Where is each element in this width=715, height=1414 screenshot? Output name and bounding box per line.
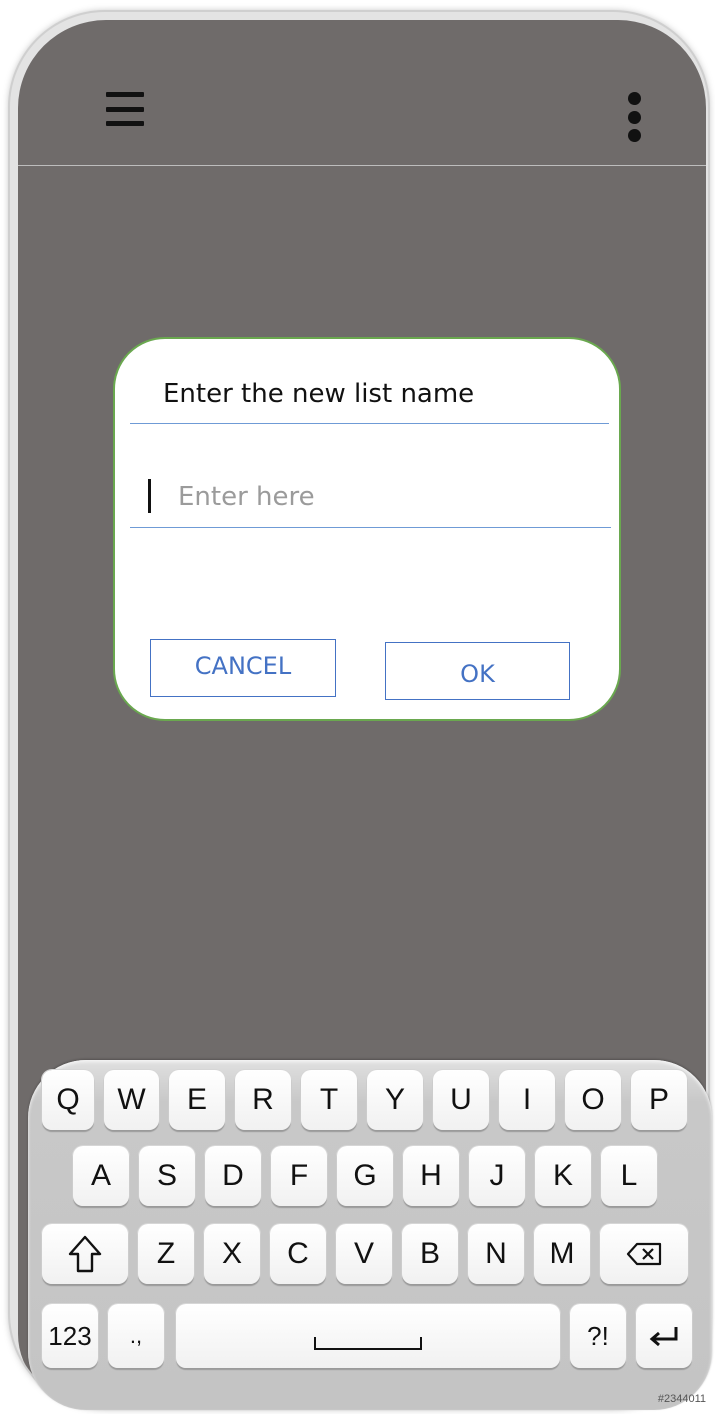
key-a[interactable]: A bbox=[73, 1146, 129, 1206]
space-bar-icon bbox=[314, 1337, 422, 1350]
backspace-key[interactable] bbox=[600, 1224, 688, 1284]
watermark-id: #2344011 bbox=[657, 1393, 706, 1405]
menu-icon[interactable] bbox=[106, 92, 144, 126]
list-name-input[interactable] bbox=[162, 477, 578, 517]
numbers-key[interactable]: 123 bbox=[42, 1304, 98, 1368]
key-e[interactable]: E bbox=[169, 1070, 225, 1130]
enter-arrow-icon bbox=[649, 1327, 678, 1347]
key-x[interactable]: X bbox=[204, 1224, 260, 1284]
key-n[interactable]: N bbox=[468, 1224, 524, 1284]
key-d[interactable]: D bbox=[205, 1146, 261, 1206]
ok-button[interactable]: OK bbox=[385, 642, 570, 700]
key-c[interactable]: C bbox=[270, 1224, 326, 1284]
list-name-field[interactable] bbox=[130, 467, 611, 528]
key-h[interactable]: H bbox=[403, 1146, 459, 1206]
shift-arrow-icon bbox=[68, 1235, 102, 1273]
key-j[interactable]: J bbox=[469, 1146, 525, 1206]
key-q[interactable]: Q bbox=[42, 1070, 94, 1130]
key-l[interactable]: L bbox=[601, 1146, 657, 1206]
key-u[interactable]: U bbox=[433, 1070, 489, 1130]
backspace-icon bbox=[626, 1242, 662, 1266]
enter-key[interactable] bbox=[636, 1304, 692, 1368]
text-cursor bbox=[148, 479, 151, 513]
key-z[interactable]: Z bbox=[138, 1224, 194, 1284]
title-divider bbox=[130, 423, 609, 424]
key-k[interactable]: K bbox=[535, 1146, 591, 1206]
app-bar bbox=[18, 20, 706, 166]
key-t[interactable]: T bbox=[301, 1070, 357, 1130]
key-g[interactable]: G bbox=[337, 1146, 393, 1206]
key-s[interactable]: S bbox=[139, 1146, 195, 1206]
key-o[interactable]: O bbox=[565, 1070, 621, 1130]
shift-key[interactable] bbox=[42, 1224, 128, 1284]
symbols-key[interactable]: ?! bbox=[570, 1304, 626, 1368]
key-m[interactable]: M bbox=[534, 1224, 590, 1284]
punctuation-key[interactable]: ., bbox=[108, 1304, 164, 1368]
key-y[interactable]: Y bbox=[367, 1070, 423, 1130]
key-f[interactable]: F bbox=[271, 1146, 327, 1206]
key-p[interactable]: P bbox=[631, 1070, 687, 1130]
key-w[interactable]: W bbox=[104, 1070, 159, 1130]
new-list-dialog: Enter the new list name CANCEL OK bbox=[113, 337, 621, 721]
on-screen-keyboard: Q W E R T Y U I O P A S D F G H J K L Z … bbox=[28, 1060, 712, 1410]
dialog-title: Enter the new list name bbox=[163, 379, 475, 409]
cancel-button[interactable]: CANCEL bbox=[150, 639, 336, 697]
key-i[interactable]: I bbox=[499, 1070, 555, 1130]
space-key[interactable] bbox=[176, 1304, 560, 1368]
key-b[interactable]: B bbox=[402, 1224, 458, 1284]
more-options-icon[interactable] bbox=[624, 92, 644, 142]
key-v[interactable]: V bbox=[336, 1224, 392, 1284]
key-r[interactable]: R bbox=[235, 1070, 291, 1130]
